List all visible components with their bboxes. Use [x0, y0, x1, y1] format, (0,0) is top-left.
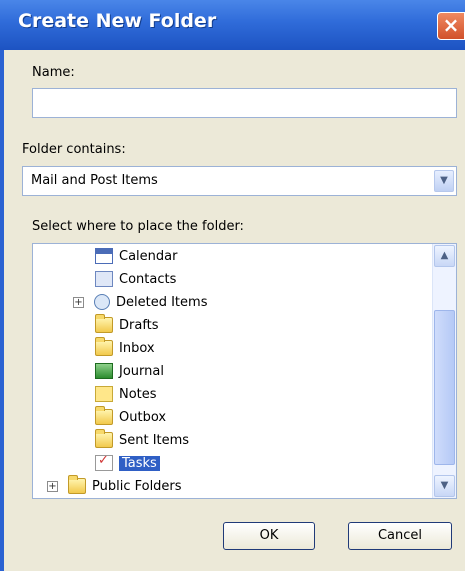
tree-item-contacts[interactable]: Contacts	[95, 268, 176, 290]
tree-item-journal[interactable]: Journal	[95, 360, 164, 382]
tree-item-sent-items[interactable]: Sent Items	[95, 429, 189, 451]
ok-button[interactable]: OK	[223, 522, 315, 550]
tasks-icon	[95, 453, 113, 471]
tree-item-label: Public Folders	[92, 478, 182, 494]
tree-item-label: Contacts	[119, 271, 177, 287]
notes-icon	[95, 386, 113, 402]
name-input[interactable]	[32, 88, 457, 118]
select-location-label: Select where to place the folder:	[32, 219, 244, 234]
tree-item-label: Journal	[119, 363, 164, 379]
chevron-down-icon[interactable]: ▼	[434, 170, 454, 192]
tree-item-deleted-items[interactable]: + Deleted Items	[73, 291, 207, 313]
scroll-up-icon[interactable]: ▲	[434, 245, 455, 267]
calendar-icon	[95, 248, 113, 264]
create-new-folder-dialog: Create New Folder × Name: Folder contain…	[0, 0, 465, 571]
dialog-title: Create New Folder	[18, 10, 217, 32]
tree-item-label: Tasks	[119, 455, 160, 471]
tree-item-label: Outbox	[119, 409, 167, 425]
name-label: Name:	[32, 65, 75, 80]
folder-contains-select[interactable]: Mail and Post Items ▼	[22, 166, 457, 196]
cancel-button[interactable]: Cancel	[348, 522, 452, 550]
folder-icon	[95, 314, 113, 333]
tree-item-label: Inbox	[119, 340, 155, 356]
expand-icon[interactable]: +	[73, 296, 84, 308]
window-border	[0, 50, 4, 571]
tree-item-outbox[interactable]: Outbox	[95, 406, 166, 428]
close-icon[interactable]: ×	[437, 12, 465, 40]
tree-item-public-folders[interactable]: + Public Folders	[47, 475, 182, 497]
title-bar: Create New Folder ×	[0, 0, 465, 50]
tree-item-label: Calendar	[119, 248, 178, 264]
contacts-icon	[95, 271, 113, 287]
folder-icon	[95, 337, 113, 356]
folder-contains-value: Mail and Post Items	[31, 173, 158, 188]
tree-item-tasks[interactable]: Tasks	[95, 452, 160, 474]
folder-contains-label: Folder contains:	[22, 142, 126, 157]
folder-icon	[95, 429, 113, 448]
tree-item-label: Deleted Items	[116, 294, 208, 310]
tree-scrollbar[interactable]: ▲ ▼	[432, 244, 456, 498]
scroll-thumb[interactable]	[434, 310, 455, 465]
folder-tree[interactable]: Calendar Contacts + Deleted Items Drafts…	[32, 243, 457, 499]
public-folders-icon	[68, 475, 86, 494]
tree-item-label: Notes	[119, 386, 157, 402]
journal-icon	[95, 363, 113, 379]
folder-icon	[95, 406, 113, 425]
expand-icon[interactable]: +	[47, 480, 58, 492]
deleted-items-icon	[94, 294, 110, 310]
tree-item-calendar[interactable]: Calendar	[95, 245, 177, 267]
tree-item-label: Drafts	[119, 317, 159, 333]
tree-item-inbox[interactable]: Inbox	[95, 337, 155, 359]
tree-item-notes[interactable]: Notes	[95, 383, 157, 405]
tree-item-drafts[interactable]: Drafts	[95, 314, 159, 336]
tree-item-label: Sent Items	[119, 432, 190, 448]
scroll-down-icon[interactable]: ▼	[434, 475, 455, 497]
